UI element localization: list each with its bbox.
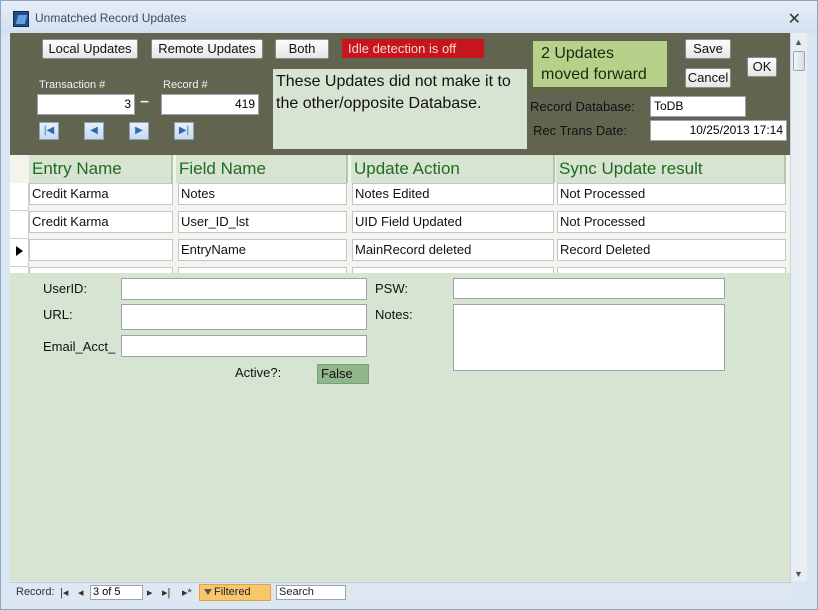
title-bar: Unmatched Record Updates ✕ bbox=[1, 1, 817, 33]
column-field-name[interactable]: Field Name bbox=[176, 155, 348, 183]
updates-datasheet: Entry Name Field Name Update Action Sync… bbox=[10, 155, 792, 273]
window-title: Unmatched Record Updates bbox=[35, 11, 187, 25]
table-cell[interactable]: Credit Karma bbox=[29, 183, 173, 205]
record-navigation-bar: Record: |◂ ◂ 3 of 5 ▸ ▸| ▸* Filtered Sea… bbox=[10, 582, 792, 602]
email-acct-field[interactable] bbox=[121, 335, 367, 357]
psw-field[interactable] bbox=[453, 278, 725, 299]
scroll-thumb[interactable] bbox=[793, 51, 805, 71]
record-database-field[interactable]: ToDB bbox=[650, 96, 746, 117]
userid-field[interactable] bbox=[121, 278, 367, 300]
current-record-field[interactable]: 3 of 5 bbox=[90, 585, 143, 600]
search-input[interactable]: Search bbox=[276, 585, 346, 600]
notes-field[interactable] bbox=[453, 304, 725, 371]
first-record-nav-icon[interactable]: |◂ bbox=[60, 586, 68, 599]
scroll-up-icon[interactable]: ▲ bbox=[794, 37, 803, 47]
userid-label: UserID: bbox=[43, 281, 88, 296]
both-button[interactable]: Both bbox=[275, 39, 329, 59]
save-button[interactable]: Save bbox=[685, 39, 731, 59]
url-field[interactable] bbox=[121, 304, 367, 330]
local-updates-button[interactable]: Local Updates bbox=[42, 39, 138, 59]
url-label: URL: bbox=[43, 307, 73, 322]
table-cell[interactable]: Not Processed bbox=[557, 183, 786, 205]
table-cell[interactable]: UID Field Updated bbox=[352, 211, 554, 233]
remote-updates-button[interactable]: Remote Updates bbox=[151, 39, 263, 59]
notes-label: Notes: bbox=[375, 307, 413, 322]
table-cell[interactable]: Not Processed bbox=[557, 211, 786, 233]
app-icon bbox=[13, 11, 29, 27]
table-cell[interactable] bbox=[352, 267, 554, 273]
table-cell[interactable]: EntryName bbox=[178, 239, 347, 261]
rec-trans-date-label: Rec Trans Date: bbox=[533, 123, 627, 138]
row-selector[interactable] bbox=[10, 267, 29, 273]
table-cell[interactable] bbox=[178, 267, 347, 273]
cancel-button[interactable]: Cancel bbox=[685, 68, 731, 88]
column-entry-name[interactable]: Entry Name bbox=[29, 155, 173, 183]
transaction-number-field[interactable]: 3 bbox=[37, 94, 135, 115]
new-record-nav-icon[interactable]: ▸* bbox=[182, 586, 192, 599]
table-cell[interactable]: Record Deleted bbox=[557, 239, 786, 261]
previous-record-button[interactable]: ◀ bbox=[84, 122, 104, 140]
previous-record-icon: ◀ bbox=[90, 125, 98, 136]
next-record-button[interactable]: ▶ bbox=[129, 122, 149, 140]
column-update-action[interactable]: Update Action bbox=[351, 155, 555, 183]
table-cell[interactable] bbox=[29, 267, 173, 273]
record-database-label: Record Database: bbox=[530, 99, 635, 114]
transaction-label: Transaction # bbox=[39, 79, 106, 91]
idle-status-indicator: Idle detection is off bbox=[342, 39, 484, 58]
row-selector[interactable] bbox=[10, 211, 29, 239]
current-row-selector[interactable] bbox=[10, 239, 29, 267]
range-dash: – bbox=[140, 93, 149, 110]
table-cell[interactable]: Credit Karma bbox=[29, 211, 173, 233]
record-number-field[interactable]: 419 bbox=[161, 94, 259, 115]
next-record-icon: ▶ bbox=[135, 125, 143, 136]
active-label: Active?: bbox=[235, 365, 282, 380]
unmatched-message: These Updates did not make it to the oth… bbox=[273, 69, 527, 149]
first-record-icon: |◀ bbox=[43, 125, 55, 136]
vertical-scrollbar[interactable]: ▲ ▼ bbox=[790, 33, 807, 581]
column-sync-result[interactable]: Sync Update result bbox=[556, 155, 786, 183]
form-header: Local Updates Remote Updates Both Idle d… bbox=[10, 33, 792, 155]
active-value[interactable]: False bbox=[317, 364, 369, 384]
table-cell[interactable]: User_ID_lst bbox=[178, 211, 347, 233]
psw-label: PSW: bbox=[375, 281, 408, 296]
table-cell[interactable] bbox=[557, 267, 786, 273]
ok-button[interactable]: OK bbox=[747, 57, 777, 77]
last-record-button[interactable]: ▶| bbox=[174, 122, 194, 140]
table-cell[interactable]: MainRecord deleted bbox=[352, 239, 554, 261]
last-record-nav-icon[interactable]: ▸| bbox=[162, 586, 170, 599]
email-acct-label: Email_Acct_ bbox=[43, 339, 116, 354]
row-selector[interactable] bbox=[10, 183, 29, 211]
table-cell[interactable]: Notes Edited bbox=[352, 183, 554, 205]
first-record-button[interactable]: |◀ bbox=[39, 122, 59, 140]
table-cell[interactable]: Notes bbox=[178, 183, 347, 205]
previous-record-nav-icon[interactable]: ◂ bbox=[78, 586, 84, 599]
updates-count-message: 2 Updates moved forward bbox=[533, 41, 667, 87]
table-cell[interactable] bbox=[29, 239, 173, 261]
rec-trans-date-field[interactable]: 10/25/2013 17:14 bbox=[650, 120, 787, 141]
unmatched-updates-window: Unmatched Record Updates ✕ Local Updates… bbox=[0, 0, 818, 610]
close-icon[interactable]: ✕ bbox=[788, 9, 801, 29]
scroll-down-icon[interactable]: ▼ bbox=[794, 569, 803, 579]
record-label: Record # bbox=[163, 79, 208, 91]
filtered-toggle[interactable]: Filtered bbox=[199, 584, 271, 601]
next-record-nav-icon[interactable]: ▸ bbox=[147, 586, 153, 599]
last-record-icon: ▶| bbox=[178, 125, 190, 136]
form-area: Local Updates Remote Updates Both Idle d… bbox=[10, 33, 792, 581]
record-nav-label: Record: bbox=[16, 586, 55, 598]
